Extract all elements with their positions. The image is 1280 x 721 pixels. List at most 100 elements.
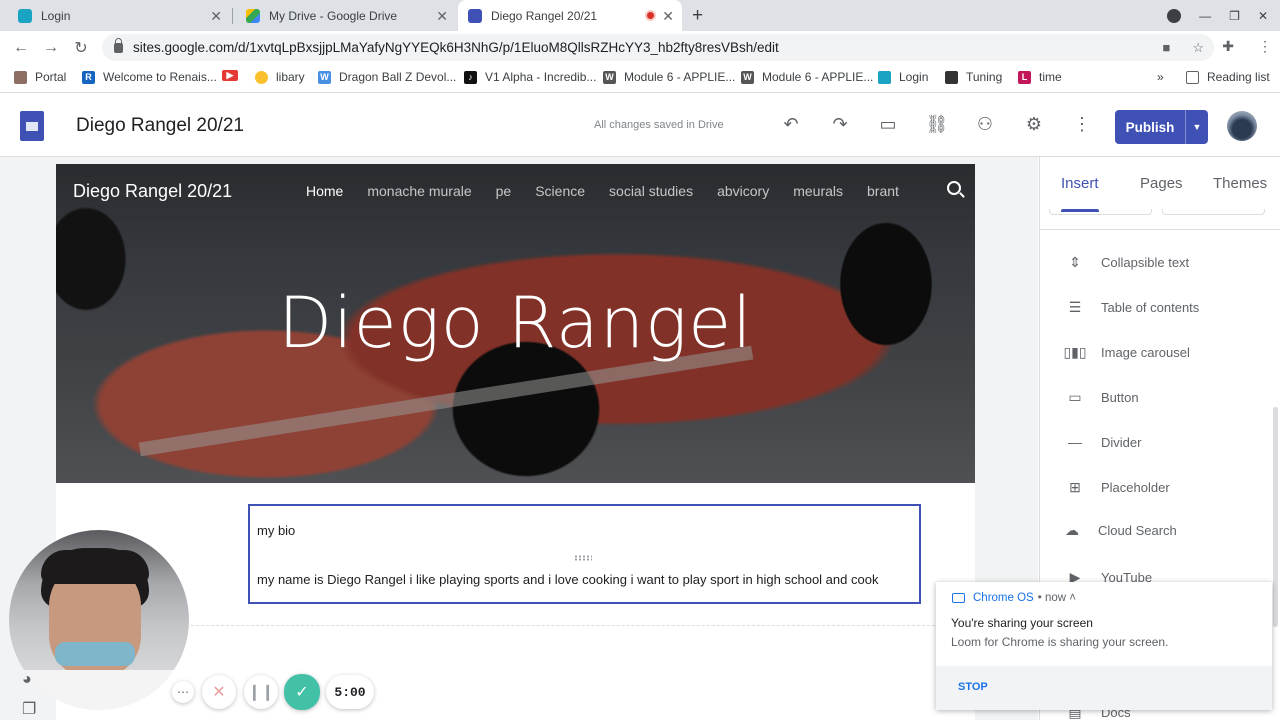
browser-tab-drive[interactable]: My Drive - Google Drive ✕ bbox=[236, 0, 456, 31]
bookmark-item[interactable]: Login bbox=[878, 70, 928, 84]
bookmark-item[interactable]: W Dragon Ball Z Devol... bbox=[318, 70, 456, 84]
close-tab-icon[interactable]: ✕ bbox=[662, 8, 674, 25]
tab-title: Diego Rangel 20/21 bbox=[491, 8, 598, 23]
bookmark-item[interactable]: ♪ V1 Alpha - Incredib... bbox=[464, 70, 596, 84]
url-text: sites.google.com/d/1xvtqLpBxsjjpLMaYafyN… bbox=[133, 40, 779, 55]
sites-favicon-icon bbox=[468, 8, 482, 23]
site-search-icon[interactable] bbox=[947, 181, 961, 195]
publish-button[interactable]: Publish ▼ bbox=[1115, 110, 1208, 144]
tab-title: My Drive - Google Drive bbox=[269, 8, 398, 23]
button-icon: ▭ bbox=[1068, 388, 1082, 405]
notification-title: You're sharing your screen bbox=[951, 616, 1093, 630]
share-icon[interactable]: ⚇ bbox=[973, 114, 997, 135]
bookmark-icon: L bbox=[1018, 70, 1031, 84]
stop-sharing-button[interactable]: STOP bbox=[958, 681, 988, 693]
chrome-menu-icon[interactable]: ⋮ bbox=[1258, 38, 1272, 55]
address-bar[interactable]: sites.google.com/d/1xvtqLpBxsjjpLMaYafyN… bbox=[102, 34, 1214, 61]
bookmark-item[interactable]: R Welcome to Renais... bbox=[82, 70, 217, 84]
hero-banner-image[interactable]: Diego Rangel 20/21 Home monache murale p… bbox=[56, 164, 975, 483]
bookmark-icon bbox=[945, 70, 958, 84]
browser-tab-site[interactable]: Diego Rangel 20/21 ✕ bbox=[458, 0, 682, 31]
insert-placeholder[interactable]: ⊞ Placeholder bbox=[1065, 478, 1170, 496]
copy-link-icon[interactable]: ⛓ bbox=[925, 114, 949, 135]
loom-pause-icon[interactable]: ❙❙ bbox=[244, 675, 278, 709]
insert-divider[interactable]: — Divider bbox=[1065, 433, 1141, 451]
loom-more-icon[interactable]: ⋯ bbox=[172, 681, 194, 703]
insert-button[interactable]: ▭ Button bbox=[1065, 388, 1138, 406]
bookmark-item[interactable]: Ltime bbox=[1018, 70, 1062, 84]
browser-toolbar: ← → ↻ sites.google.com/d/1xvtqLpBxsjjpLM… bbox=[0, 31, 1280, 64]
new-tab-icon[interactable]: + bbox=[692, 5, 703, 27]
notification-source: Chrome OS bbox=[973, 592, 1034, 604]
tab-search-icon[interactable] bbox=[1167, 8, 1182, 23]
nav-link[interactable]: meurals bbox=[793, 183, 843, 199]
tab-insert[interactable]: Insert bbox=[1061, 175, 1099, 192]
hero-title[interactable]: Diego Rangel bbox=[56, 282, 975, 364]
bookmark-item[interactable]: libary bbox=[255, 70, 305, 84]
back-icon[interactable]: ← bbox=[6, 39, 36, 57]
settings-gear-icon[interactable]: ⚙ bbox=[1022, 114, 1046, 135]
redo-icon[interactable]: ↷ bbox=[828, 114, 852, 135]
loom-cancel-icon[interactable]: ✕ bbox=[202, 675, 236, 709]
undo-icon[interactable]: ↶ bbox=[779, 114, 803, 135]
bio-heading[interactable]: my bio bbox=[257, 523, 295, 538]
browser-tab-strip: Login ✕ My Drive - Google Drive ✕ Diego … bbox=[0, 0, 1280, 31]
notification-time[interactable]: • now ˄ bbox=[1038, 592, 1076, 604]
loom-timer: 5:00 bbox=[326, 675, 374, 709]
nav-link-home[interactable]: Home bbox=[306, 183, 343, 199]
site-page: Diego Rangel 20/21 Home monache murale p… bbox=[56, 164, 975, 720]
reading-list[interactable]: Reading list bbox=[1186, 70, 1270, 84]
close-tab-icon[interactable]: ✕ bbox=[210, 8, 222, 25]
browser-tab-login[interactable]: Login ✕ bbox=[8, 0, 230, 31]
nav-link[interactable]: social studies bbox=[609, 183, 693, 199]
insert-cloud-search[interactable]: ☁ Cloud Search bbox=[1062, 521, 1177, 539]
bookmark-icon: R bbox=[82, 70, 95, 84]
site-navigation: Home monache murale pe Science social st… bbox=[306, 183, 923, 199]
bookmark-item[interactable]: W Module 6 - APPLIE... bbox=[741, 70, 873, 84]
account-avatar[interactable] bbox=[1227, 111, 1257, 141]
bookmark-icon: W bbox=[741, 70, 754, 84]
tab-title: Login bbox=[41, 8, 71, 23]
close-window-icon[interactable]: ✕ bbox=[1258, 9, 1268, 23]
save-status: All changes saved in Drive bbox=[594, 119, 724, 131]
more-bookmarks[interactable]: » bbox=[1157, 70, 1164, 84]
loom-finish-icon[interactable]: ✓ bbox=[284, 674, 320, 710]
insert-collapsible-text[interactable]: ⇕ Collapsible text bbox=[1065, 253, 1189, 271]
nav-link[interactable]: monache murale bbox=[367, 183, 471, 199]
tab-pages[interactable]: Pages bbox=[1140, 175, 1183, 192]
screen-share-icon bbox=[952, 593, 965, 603]
drag-handle-icon[interactable] bbox=[574, 555, 592, 561]
publish-dropdown-icon[interactable]: ▼ bbox=[1185, 110, 1208, 144]
webcam-bubble[interactable] bbox=[9, 530, 189, 710]
insert-table-of-contents[interactable]: ☰ Table of contents bbox=[1065, 298, 1200, 316]
nav-link[interactable]: Science bbox=[535, 183, 585, 199]
youtube-bookmark-icon: ▶ bbox=[222, 70, 238, 81]
minimize-icon[interactable]: — bbox=[1199, 9, 1211, 23]
bookmark-icon: W bbox=[318, 70, 331, 84]
google-sites-logo-icon[interactable] bbox=[20, 111, 44, 141]
bio-paragraph[interactable]: my name is Diego Rangel i like playing s… bbox=[257, 572, 878, 587]
panel-scrollbar[interactable] bbox=[1273, 407, 1278, 627]
bookmark-item[interactable]: ▶ bbox=[222, 70, 246, 81]
nav-link[interactable]: abvicory bbox=[717, 183, 769, 199]
site-document-title[interactable]: Diego Rangel 20/21 bbox=[76, 115, 244, 137]
bookmark-star-icon[interactable]: ☆ bbox=[1192, 40, 1204, 56]
insert-image-carousel[interactable]: ▯▮▯ Image carousel bbox=[1063, 343, 1189, 361]
nav-link[interactable]: pe bbox=[496, 183, 512, 199]
bio-text-box[interactable]: my bio my name is Diego Rangel i like pl… bbox=[248, 504, 921, 604]
bookmark-item[interactable]: Portal bbox=[14, 70, 66, 84]
nav-link[interactable]: brant bbox=[867, 183, 899, 199]
reload-icon[interactable]: ↻ bbox=[66, 38, 96, 58]
camera-icon[interactable]: ■ bbox=[1162, 40, 1170, 56]
extensions-icon[interactable]: ✚ bbox=[1222, 38, 1234, 55]
restore-icon[interactable]: ❐ bbox=[1229, 9, 1240, 23]
preview-icon[interactable]: ▭ bbox=[876, 114, 900, 135]
close-tab-icon[interactable]: ✕ bbox=[436, 8, 448, 25]
reading-list-icon bbox=[1186, 70, 1199, 84]
bookmark-item[interactable]: Tuning bbox=[945, 70, 1002, 84]
bookmark-item[interactable]: W Module 6 - APPLIE... bbox=[603, 70, 735, 84]
site-name[interactable]: Diego Rangel 20/21 bbox=[73, 181, 232, 202]
more-options-icon[interactable]: ⋮ bbox=[1070, 114, 1094, 135]
forward-icon[interactable]: → bbox=[36, 39, 66, 57]
tab-themes[interactable]: Themes bbox=[1213, 175, 1267, 192]
